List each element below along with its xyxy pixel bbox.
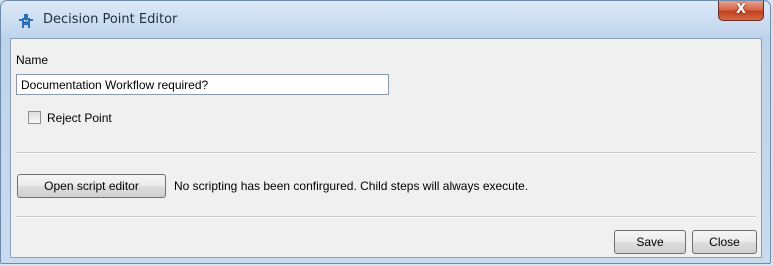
close-button[interactable]: Close <box>692 230 757 254</box>
open-script-editor-button[interactable]: Open script editor <box>17 174 166 198</box>
title-bar[interactable]: Decision Point Editor X <box>1 1 770 39</box>
name-label: Name <box>16 53 49 67</box>
divider <box>16 216 756 218</box>
window-title: Decision Point Editor <box>43 12 178 27</box>
save-button[interactable]: Save <box>614 230 686 254</box>
reject-point-checkbox[interactable] <box>28 111 41 124</box>
app-icon <box>19 14 33 28</box>
reject-point-label[interactable]: Reject Point <box>47 111 112 125</box>
name-input[interactable] <box>16 74 389 95</box>
decision-point-editor-window: Decision Point Editor X Name Reject Poin… <box>0 0 771 264</box>
editor-panel: Name Reject Point Open script editor No … <box>10 38 762 258</box>
script-status-message: No scripting has been confirgured. Child… <box>174 179 529 193</box>
divider <box>16 152 756 154</box>
close-icon: X <box>735 2 747 17</box>
window-close-button[interactable]: X <box>718 1 764 21</box>
